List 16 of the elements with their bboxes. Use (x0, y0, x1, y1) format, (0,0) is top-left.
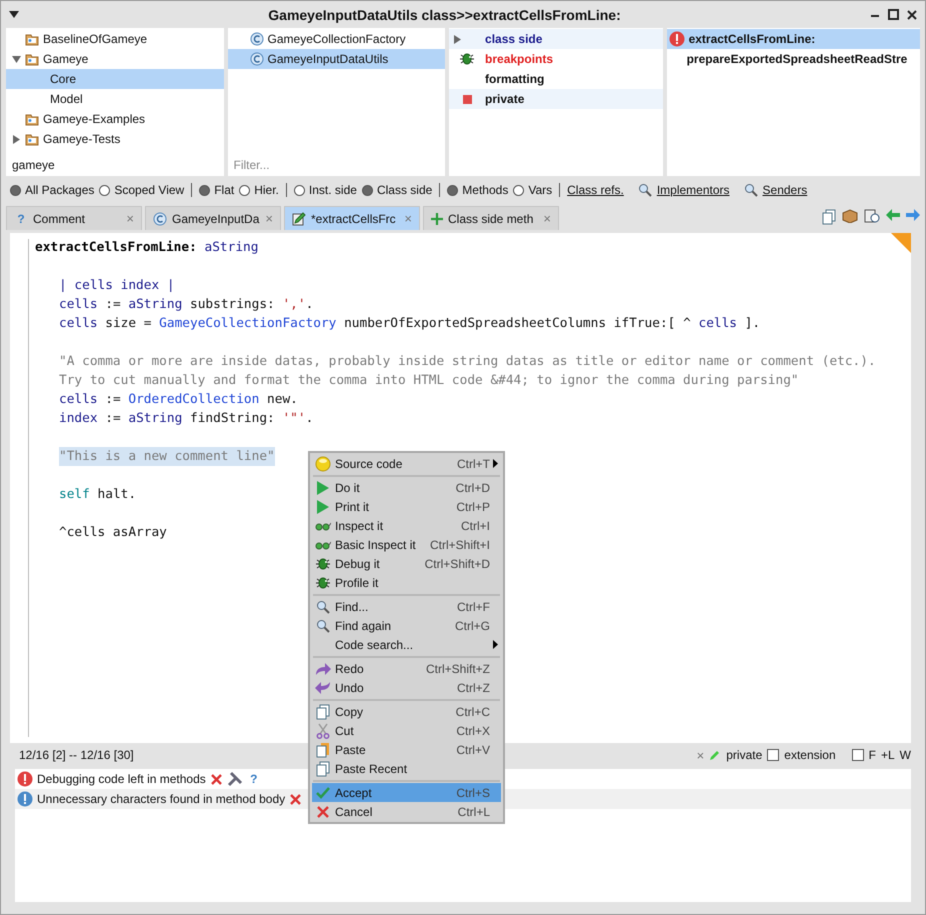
checkbox-label: F (868, 748, 876, 762)
help-icon: ? (14, 212, 28, 226)
protocol-label: private (726, 748, 762, 762)
code-line: cells := OrderedCollection new. (59, 391, 298, 409)
cursor-position: 12/16 [2] -- 12/16 [30] (19, 748, 134, 762)
code-line: index := aString findString: '"'. (59, 410, 314, 428)
code-line: "A comma or more are inside datas, probably inside string datas as title or editor name or comment (etc.). (59, 353, 876, 371)
code-line: cells size = GameyeCollectionFactory numberOfExportedSpreadsheetColumns ifTrue:[ ^ cells ]. (59, 315, 760, 333)
checkbox-label: extension (784, 748, 836, 762)
code-line: ^cells asArray (59, 524, 167, 542)
code-line: cells := aString substrings: ','. (59, 296, 314, 314)
code-line: self halt. (59, 486, 136, 504)
code-line: Try to cut manually and format the comma into HTML code &#44; to ignor the comma during parsing" (59, 372, 799, 390)
code-line: extractCellsFromLine: aString (35, 239, 258, 257)
window-title: GameyeInputDataUtils class>>extractCellsFromLine: (267, 6, 622, 22)
code-line: | cells index | (59, 277, 175, 295)
